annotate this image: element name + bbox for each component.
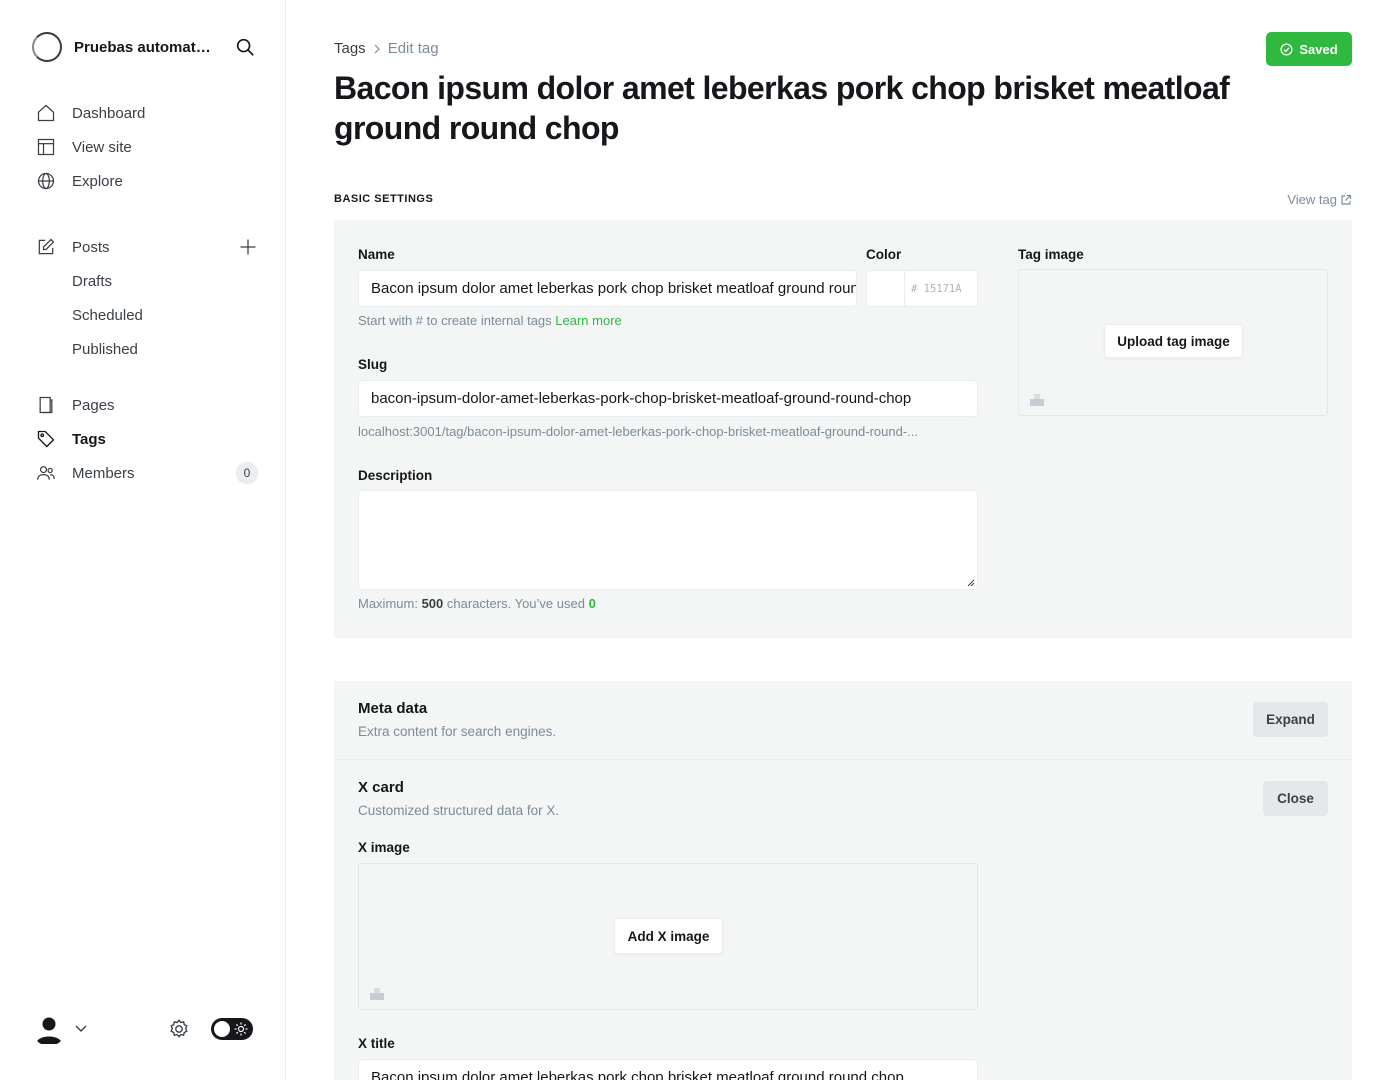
learn-more-link[interactable]: Learn more bbox=[555, 313, 621, 328]
nav-secondary: Pages Tags Members 0 bbox=[36, 388, 258, 490]
nav-label: Drafts bbox=[72, 272, 113, 290]
nav-label: Published bbox=[72, 340, 138, 358]
breadcrumb-current: Edit tag bbox=[387, 40, 439, 57]
gear-icon[interactable] bbox=[168, 1018, 190, 1040]
used-count: 0 bbox=[588, 596, 596, 611]
image-placeholder-icon bbox=[1030, 394, 1044, 406]
max-count: 500 bbox=[421, 596, 444, 611]
meta-data-subtitle: Extra content for search engines. bbox=[358, 724, 557, 739]
nav-label: Posts bbox=[72, 238, 110, 256]
color-label: Color bbox=[866, 247, 902, 262]
section-heading: BASIC SETTINGS bbox=[334, 193, 434, 205]
nav-members[interactable]: Members 0 bbox=[36, 456, 258, 490]
toggle-knob bbox=[214, 1021, 230, 1037]
layout-icon bbox=[37, 138, 55, 156]
tag-image-dropzone[interactable]: Upload tag image bbox=[1018, 269, 1328, 416]
nav-label: Dashboard bbox=[72, 104, 146, 122]
site-logo-icon bbox=[32, 32, 62, 62]
globe-icon bbox=[37, 172, 55, 190]
saved-button[interactable]: Saved bbox=[1266, 32, 1352, 66]
slug-label: Slug bbox=[358, 357, 388, 372]
sidebar: Pruebas automatizadas Dashboard View sit… bbox=[0, 0, 286, 1080]
nav-pages[interactable]: Pages bbox=[36, 388, 258, 422]
x-title-label: X title bbox=[358, 1036, 395, 1051]
x-card-subtitle: Customized structured data for X. bbox=[358, 803, 560, 818]
breadcrumb: Tags Edit tag bbox=[334, 40, 439, 57]
members-count-badge: 0 bbox=[236, 462, 258, 484]
check-circle-icon bbox=[1280, 42, 1293, 56]
description-textarea[interactable] bbox=[358, 490, 978, 590]
nav-label: View site bbox=[72, 138, 132, 156]
nav-label: Members bbox=[72, 464, 135, 482]
max-prefix: Maximum: bbox=[358, 596, 418, 611]
edit-icon bbox=[38, 238, 55, 255]
avatar[interactable] bbox=[32, 1012, 66, 1046]
color-field[interactable]: # 15171A bbox=[866, 270, 978, 307]
x-image-dropzone[interactable]: Add X image bbox=[358, 863, 978, 1010]
basic-settings-panel: Name Bacon ipsum dolor amet leberkas por… bbox=[334, 220, 1352, 638]
image-placeholder-icon bbox=[370, 988, 384, 1000]
add-post-icon[interactable] bbox=[238, 237, 258, 257]
close-button[interactable]: Close bbox=[1263, 781, 1328, 816]
expand-button[interactable]: Expand bbox=[1253, 702, 1328, 737]
description-hint: Maximum: 500 characters. You’ve used 0 bbox=[358, 596, 596, 611]
x-title-input[interactable]: Bacon ipsum dolor amet leberkas pork cho… bbox=[358, 1059, 978, 1080]
slug-url: localhost:3001/tag/bacon-ipsum-dolor-ame… bbox=[358, 424, 918, 439]
resize-handle-icon[interactable] bbox=[967, 579, 975, 587]
home-icon bbox=[37, 104, 55, 122]
page-icon bbox=[39, 396, 53, 414]
meta-data-title: Meta data bbox=[358, 700, 428, 717]
name-hint: Start with # to create internal tags Lea… bbox=[358, 313, 622, 328]
tag-icon bbox=[37, 430, 55, 448]
nav-primary: Dashboard View site Explore bbox=[36, 96, 258, 198]
nav-drafts[interactable]: Drafts bbox=[36, 264, 258, 298]
nav-label: Pages bbox=[72, 396, 115, 414]
nav-tags[interactable]: Tags bbox=[36, 422, 258, 456]
search-icon[interactable] bbox=[234, 36, 256, 58]
slug-input[interactable]: bacon-ipsum-dolor-amet-leberkas-pork-cho… bbox=[358, 380, 978, 417]
saved-label: Saved bbox=[1299, 41, 1338, 57]
external-link-icon bbox=[1341, 194, 1352, 205]
description-label: Description bbox=[358, 468, 433, 483]
name-label: Name bbox=[358, 247, 395, 262]
x-image-label: X image bbox=[358, 840, 410, 855]
chevron-down-icon[interactable] bbox=[74, 1021, 88, 1035]
nav-posts[interactable]: Posts bbox=[36, 230, 258, 264]
breadcrumb-tags-link[interactable]: Tags bbox=[334, 40, 366, 57]
sidebar-footer bbox=[32, 1010, 256, 1048]
nav-explore[interactable]: Explore bbox=[36, 164, 258, 198]
sun-icon bbox=[234, 1022, 248, 1036]
color-swatch[interactable] bbox=[867, 271, 905, 306]
max-middle: characters. You’ve used bbox=[446, 596, 585, 611]
nav-view-site[interactable]: View site bbox=[36, 130, 258, 164]
color-value[interactable]: # 15171A bbox=[905, 271, 962, 306]
theme-toggle[interactable] bbox=[211, 1018, 253, 1040]
x-card-title: X card bbox=[358, 779, 404, 796]
page-title: Bacon ipsum dolor amet leberkas pork cho… bbox=[334, 70, 1230, 146]
nav-published[interactable]: Published bbox=[36, 332, 258, 366]
site-name: Pruebas automatizadas bbox=[74, 38, 214, 56]
chevron-right-icon bbox=[374, 44, 380, 53]
nav-label: Tags bbox=[72, 430, 106, 448]
nav-label: Explore bbox=[72, 172, 123, 190]
add-x-image-button[interactable]: Add X image bbox=[614, 918, 723, 954]
user-avatar-icon bbox=[36, 1017, 62, 1044]
name-hint-text: Start with # to create internal tags bbox=[358, 313, 552, 328]
view-tag-link[interactable]: View tag bbox=[1287, 192, 1352, 207]
tag-image-label: Tag image bbox=[1018, 247, 1084, 262]
divider bbox=[334, 759, 1352, 760]
nav-label: Scheduled bbox=[72, 306, 143, 324]
upload-tag-image-button[interactable]: Upload tag image bbox=[1104, 324, 1243, 358]
members-icon bbox=[37, 466, 55, 480]
view-tag-label: View tag bbox=[1287, 192, 1337, 207]
name-input[interactable]: Bacon ipsum dolor amet leberkas pork cho… bbox=[358, 270, 857, 307]
nav-posts-group: Posts Drafts Scheduled Published bbox=[36, 230, 258, 366]
metadata-panel: Meta data Extra content for search engin… bbox=[334, 681, 1352, 1080]
nav-dashboard[interactable]: Dashboard bbox=[36, 96, 258, 130]
nav-scheduled[interactable]: Scheduled bbox=[36, 298, 258, 332]
brand[interactable]: Pruebas automatizadas bbox=[32, 32, 256, 62]
